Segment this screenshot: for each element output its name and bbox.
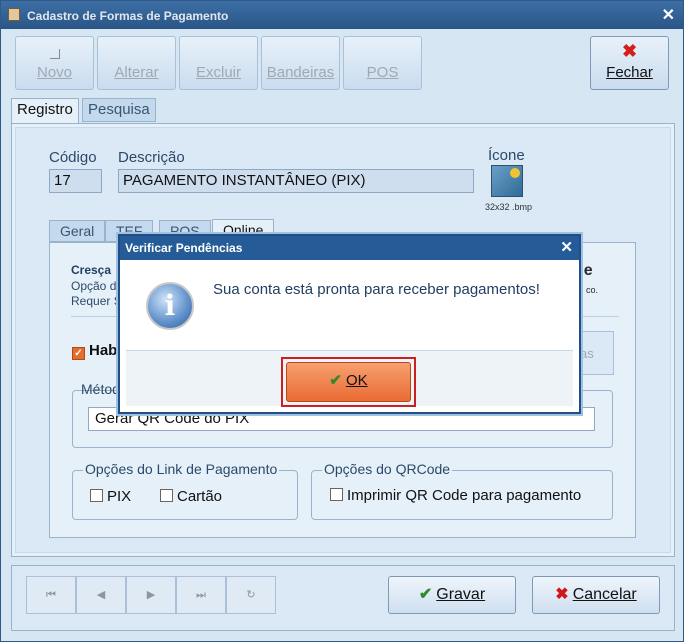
cartao-label: Cartão	[177, 488, 223, 505]
excluir-label: Excluir	[195, 64, 241, 81]
ok-highlight: ✔ OK	[281, 357, 416, 407]
excluir-button[interactable]: Excluir	[179, 36, 258, 90]
app-icon	[8, 8, 20, 21]
check-icon: ✔	[329, 372, 342, 389]
descricao-label: Descrição	[118, 149, 185, 166]
nav-refresh-button[interactable]: ↻	[226, 576, 276, 614]
codigo-label: Código	[49, 149, 97, 166]
checkbox-icon	[330, 488, 343, 501]
nav-last-button[interactable]: ⏭	[176, 576, 226, 614]
imprimir-qr-label: Imprimir QR Code para pagamento	[347, 487, 582, 504]
pos-button[interactable]: POS	[343, 36, 422, 90]
nav-prev-button[interactable]: ◀	[76, 576, 126, 614]
window-title: Cadastro de Formas de Pagamento	[27, 9, 229, 23]
window-titlebar: Cadastro de Formas de Pagamento ✕	[1, 1, 683, 29]
bandeiras-button[interactable]: Bandeiras	[261, 36, 340, 90]
habilitar-label: Hab	[89, 342, 118, 359]
pix-checkbox[interactable]: PIX	[90, 488, 131, 505]
dialog-footer: ✔ OK	[126, 350, 573, 407]
checkbox-icon	[160, 489, 173, 502]
dialog-message: Sua conta está pronta para receber pagam…	[213, 281, 540, 298]
imprimir-qr-checkbox[interactable]: Imprimir QR Code para pagamento	[330, 487, 581, 504]
gravar-label: Gravar	[436, 586, 486, 603]
online-line1: Opção de	[71, 279, 124, 293]
ok-label: OK	[345, 372, 368, 389]
window-close-button[interactable]: ✕	[662, 5, 675, 25]
pos-label: POS	[366, 64, 399, 81]
fechar-label: Fechar	[606, 64, 653, 81]
metodo-label: Métod	[81, 381, 120, 397]
gravar-button[interactable]: ✔ Gravar	[388, 576, 516, 614]
bandeiras-label: Bandeiras	[266, 64, 335, 81]
nav-next-button[interactable]: ▶	[126, 576, 176, 614]
icone-caption: 32x32 .bmp	[485, 202, 533, 212]
cartao-checkbox[interactable]: Cartão	[160, 488, 222, 505]
payment-image-icon[interactable]	[491, 165, 523, 197]
alterar-button[interactable]: Alterar	[97, 36, 176, 90]
cancel-icon: ✖	[555, 586, 569, 603]
info-icon: i	[146, 282, 194, 330]
dialog-title: Verificar Pendências	[125, 241, 243, 255]
toolbar: Novo Alterar Excluir Bandeiras POS ✖ Fec…	[15, 36, 677, 92]
nav-first-button[interactable]: ⏮	[26, 576, 76, 614]
verificar-pendencias-dialog: Verificar Pendências ✕ i Sua conta está …	[118, 234, 581, 414]
link-options-title: Opções do Link de Pagamento	[83, 461, 280, 477]
tab-geral[interactable]: Geral	[49, 220, 106, 242]
icone-label: Ícone	[488, 147, 525, 164]
checkbox-checked-icon: ✓	[72, 347, 85, 360]
pix-label: PIX	[107, 488, 132, 505]
alterar-label: Alterar	[114, 64, 159, 81]
novo-button[interactable]: Novo	[15, 36, 94, 90]
footer-bar: ⏮ ◀ ▶ ⏭ ↻ ✔ Gravar ✖ Cancelar	[11, 565, 675, 631]
checkbox-icon	[90, 489, 103, 502]
ok-button[interactable]: ✔ OK	[286, 362, 411, 402]
online-header: Cresça	[71, 263, 111, 277]
tab-registro[interactable]: Registro	[11, 98, 79, 124]
main-window: Cadastro de Formas de Pagamento ✕ Novo A…	[0, 0, 684, 642]
dialog-titlebar: Verificar Pendências ✕	[120, 236, 579, 260]
close-icon: ✖	[621, 41, 638, 61]
tab-pesquisa[interactable]: Pesquisa	[82, 98, 156, 122]
fechar-button[interactable]: ✖ Fechar	[590, 36, 669, 90]
online-header-bold: Cresça	[71, 263, 112, 277]
cancelar-label: Cancelar	[572, 586, 637, 603]
codigo-field[interactable]: 17	[49, 169, 102, 193]
novo-label: Novo	[36, 64, 73, 81]
new-icon	[50, 49, 60, 59]
check-icon: ✔	[418, 586, 433, 603]
descricao-field[interactable]: PAGAMENTO INSTANTÂNEO (PIX)	[118, 169, 474, 193]
online-line2: Requer S	[71, 294, 122, 308]
habilitar-checkbox[interactable]: ✓ Hab	[72, 342, 117, 360]
dialog-close-button[interactable]: ✕	[560, 238, 573, 256]
qrcode-options-title: Opções do QRCode	[322, 461, 453, 477]
cancelar-button[interactable]: ✖ Cancelar	[532, 576, 660, 614]
partner-logo-sub: co.	[586, 285, 599, 295]
